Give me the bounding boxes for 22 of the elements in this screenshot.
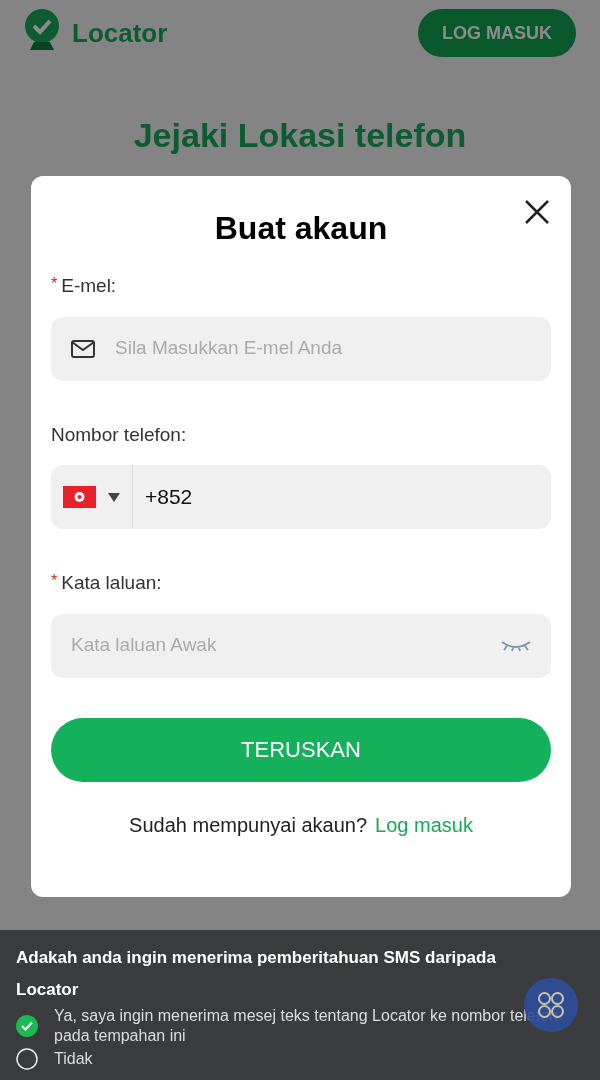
eye-closed-icon[interactable]: [501, 639, 531, 652]
phone-field[interactable]: +852: [51, 465, 551, 529]
phone-input[interactable]: +852: [133, 465, 551, 529]
required-asterisk: *: [51, 571, 58, 592]
field-label: Nombor telefon:: [51, 422, 187, 447]
modal-title: Buat akaun: [214, 209, 388, 248]
password-input[interactable]: Kata laluan Awak: [71, 631, 501, 660]
password-field[interactable]: Kata laluan Awak: [51, 613, 551, 678]
account-prompt: Sudah mempunyai akaun?: [129, 812, 368, 838]
hero-title: Jejaki Lokasi telefon: [132, 115, 468, 156]
close-icon[interactable]: [523, 198, 551, 226]
mail-icon: [71, 339, 95, 358]
flag-icon: [63, 486, 96, 508]
field-label: E-mel:: [61, 274, 117, 298]
field-label: Kata laluan:: [61, 571, 162, 595]
radio-option[interactable]: Tidak: [16, 1048, 584, 1070]
caret-icon: [108, 492, 120, 502]
email-field[interactable]: Sila Masukkan E-mel Anda: [51, 316, 551, 381]
logo-text: Locator: [72, 16, 168, 50]
required-asterisk: *: [51, 274, 58, 295]
email-input[interactable]: Sila Masukkan E-mel Anda: [115, 334, 531, 363]
sms-question: Adakah anda ingin menerima pemberitahuan SMS daripada Locator: [16, 947, 497, 1001]
